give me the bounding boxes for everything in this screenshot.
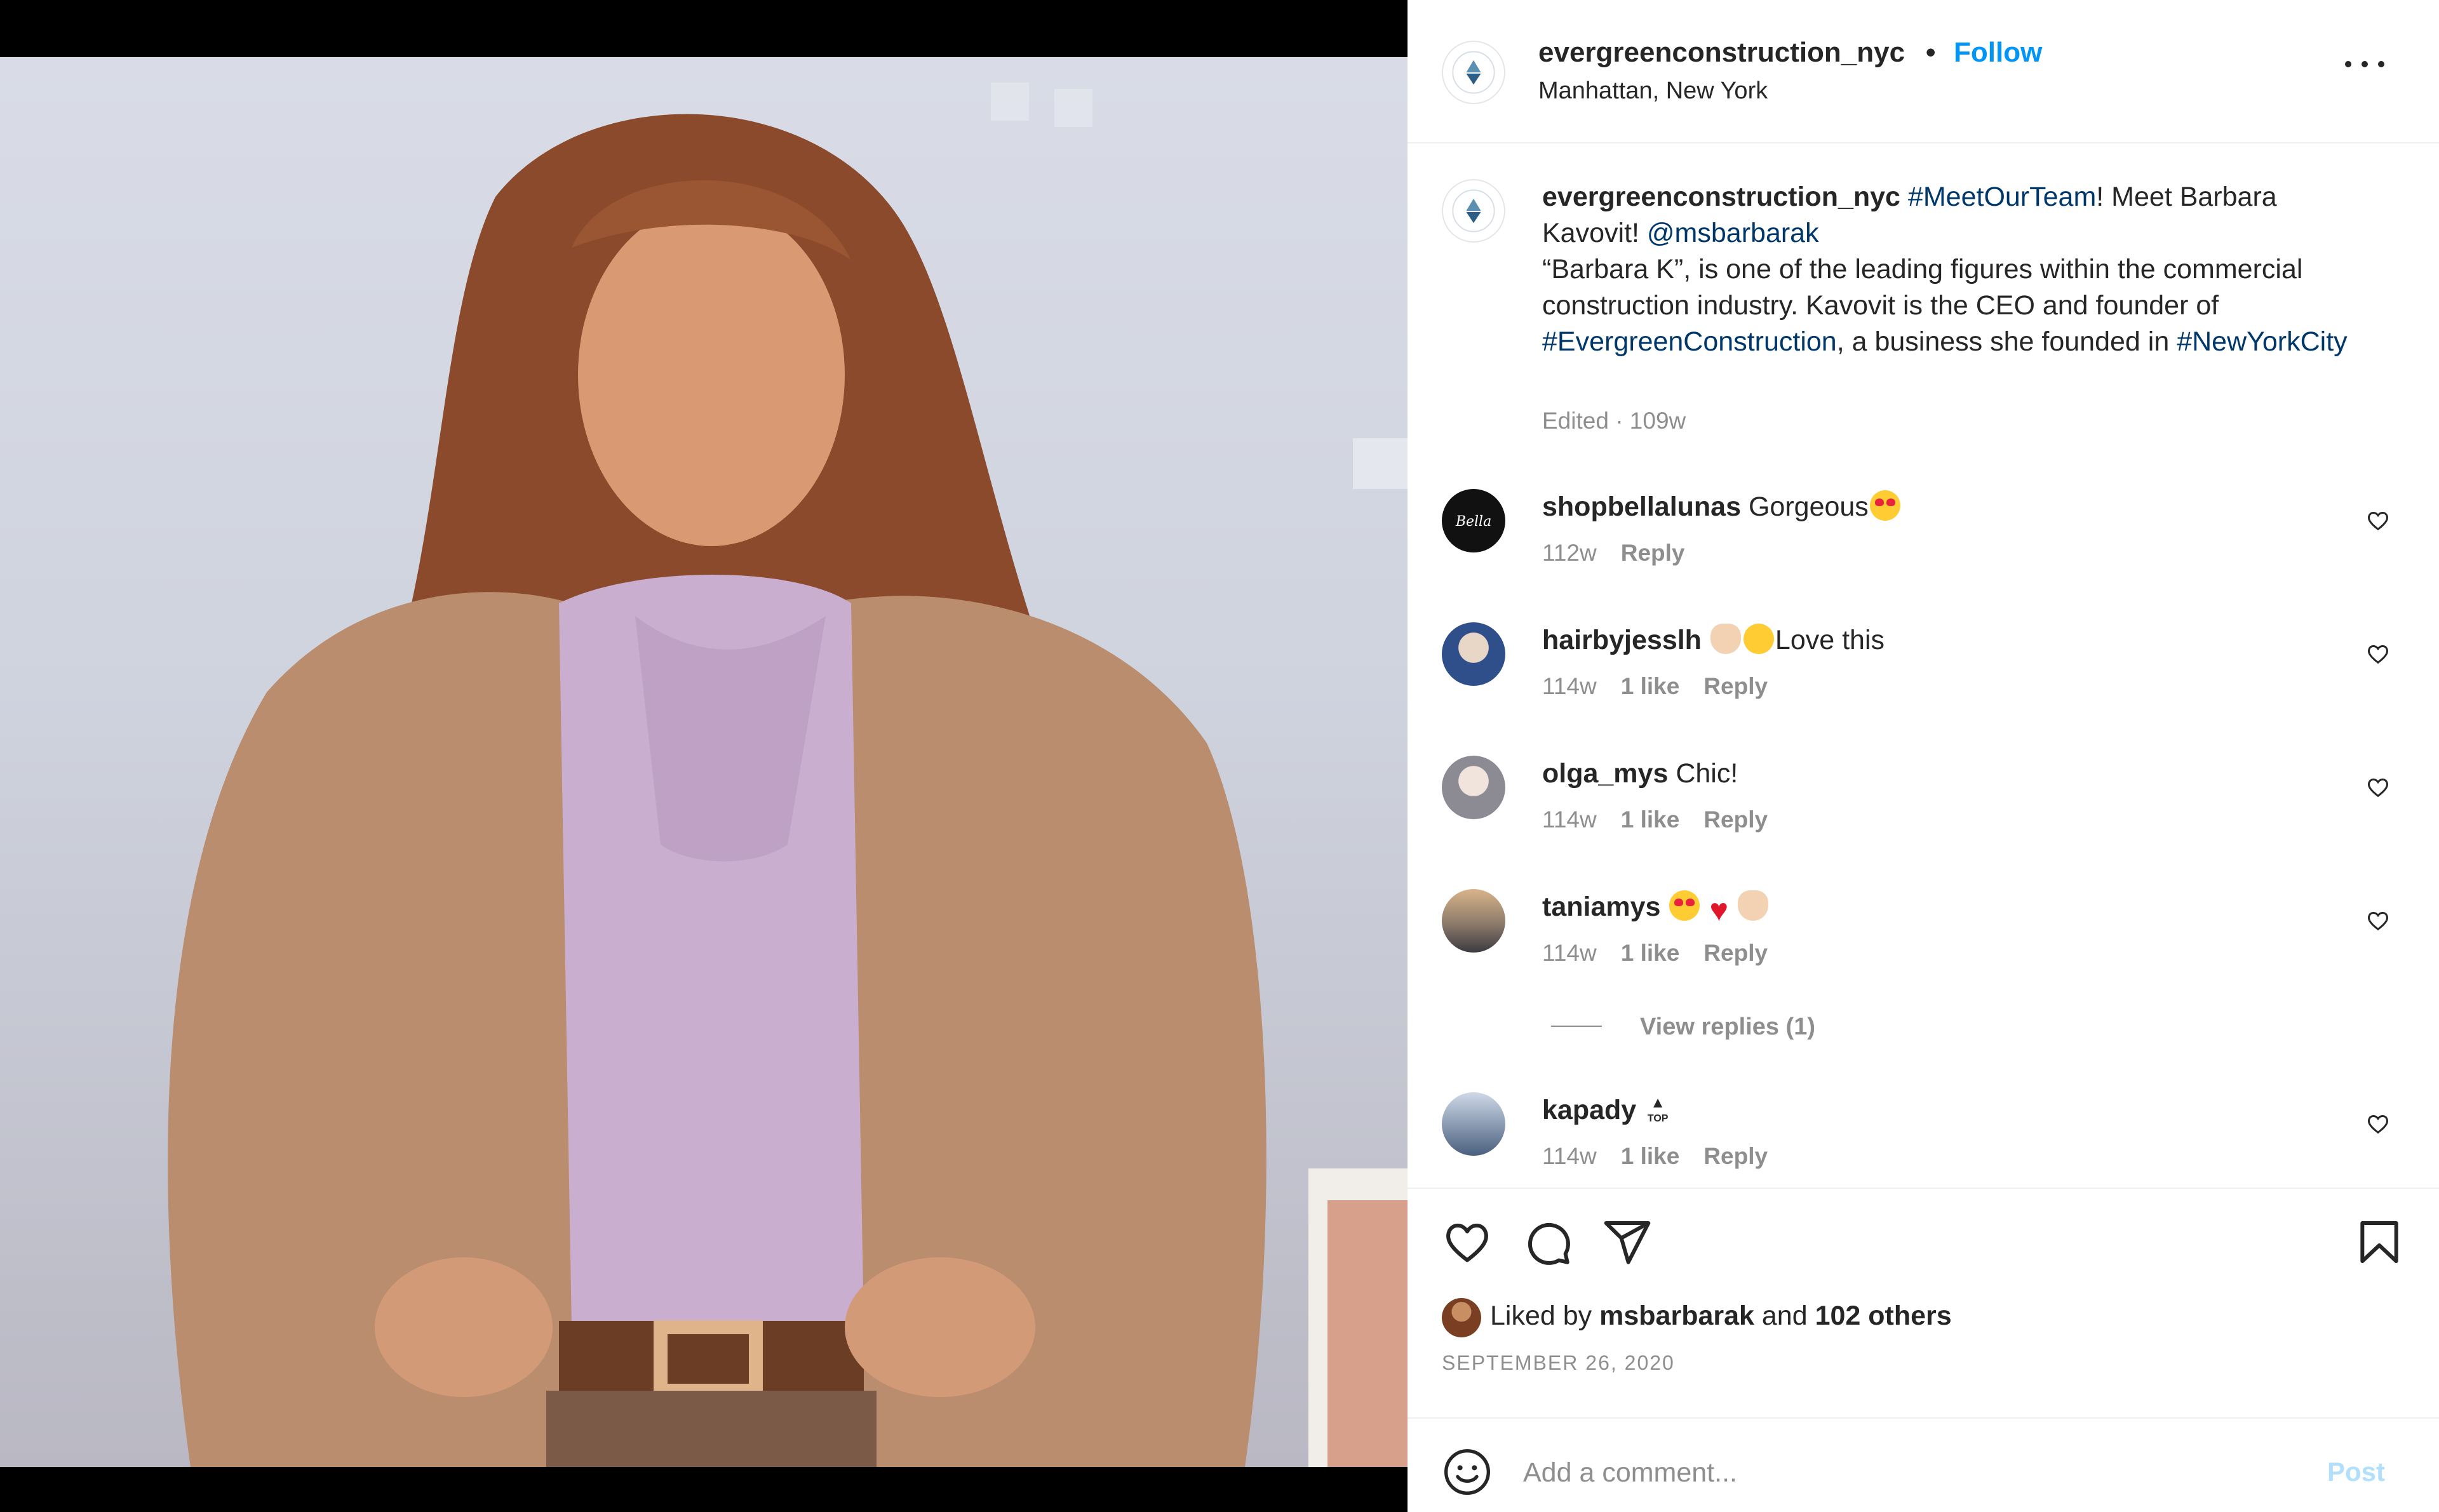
heart-eyes-emoji-icon [1669,890,1700,921]
comment-likes[interactable]: 1 like [1621,1143,1680,1169]
comment-meta: 114w 1 like Reply [1542,940,1792,967]
comment-like-icon[interactable] [2365,775,2391,800]
comment-text: olga_mys Chic! [1542,756,1738,792]
comment-likes[interactable]: 1 like [1621,673,1680,699]
evergreen-logo-icon [1452,51,1495,94]
separator-dot: • [1926,37,1936,68]
emoji-icon[interactable] [1442,1447,1493,1497]
post-panel: evergreenconstruction_nyc • Follow Manha… [1408,0,2439,1512]
comment-row: hairbyjesslh Love this 114w 1 like Reply [1408,622,2439,737]
comment-text: shopbellalunas Gorgeous [1542,489,1902,525]
post-author[interactable]: evergreenconstruction_nyc [1538,37,1905,69]
comment-like-icon[interactable] [2365,641,2391,667]
bookmark-icon[interactable] [2354,1217,2405,1268]
caption-avatar[interactable] [1442,179,1505,243]
post-date[interactable]: SEPTEMBER 26, 2020 [1442,1351,1675,1375]
smiling-emoji-icon [1743,624,1774,654]
follow-button[interactable]: Follow [1954,37,2042,69]
liker-username[interactable]: msbarbarak [1599,1301,1754,1331]
post-header: evergreenconstruction_nyc • Follow Manha… [1408,0,2439,144]
bellalunas-logo-icon: Bella [1455,514,1491,530]
comment-username[interactable]: shopbellalunas [1542,492,1741,522]
comment-meta: 114w 1 like Reply [1542,673,1792,700]
comment-age[interactable]: 114w [1542,673,1597,699]
comment-meta: 112w Reply [1542,540,1709,566]
liked-by-text: Liked by msbarbarak and 102 others [1490,1301,1952,1332]
view-replies-button[interactable]: View replies (1) [1551,1014,1815,1041]
comment-like-icon[interactable] [2365,1111,2391,1137]
heart-eyes-emoji-icon [1869,490,1900,521]
comment-text: kapady ▲ TOP [1542,1092,1672,1128]
comment-input[interactable] [1522,1447,2287,1499]
svg-text:Bella: Bella [1455,514,1491,530]
hashtag-newyorkcity[interactable]: #NewYorkCity [2177,326,2347,357]
comment-icon[interactable] [1522,1217,1573,1268]
post-button[interactable]: Post [2327,1457,2385,1487]
post-photo[interactable] [0,57,1408,1467]
likes-count[interactable]: 102 others [1815,1301,1952,1331]
liker-avatar[interactable] [1442,1298,1481,1337]
comment-username[interactable]: taniamys [1542,892,1660,922]
comment-age[interactable]: 114w [1542,940,1597,966]
comment-like-icon[interactable] [2365,508,2391,533]
comment-username[interactable]: hairbyjesslh [1542,625,1702,655]
account-avatar[interactable] [1442,41,1505,104]
red-heart-emoji-icon: ♥ [1709,892,1729,928]
comment-body: Chic! [1676,758,1738,789]
add-comment-bar: Post [1408,1417,2439,1512]
commenter-avatar[interactable]: Bella [1442,489,1505,552]
comment-age[interactable]: 114w [1542,1143,1597,1169]
comment-age[interactable]: 112w [1542,540,1597,566]
post-caption: evergreenconstruction_nyc #MeetOurTeam! … [1542,179,2381,360]
commenter-avatar[interactable] [1442,756,1505,819]
comment-row: kapady ▲ TOP 114w 1 like Reply [1408,1092,2439,1188]
portrait-illustration [168,83,1408,1467]
mention-msbarbarak[interactable]: @msbarbarak [1647,218,1819,248]
reply-button[interactable]: Reply [1703,1143,1768,1169]
caption-text-2: “Barbara K”, is one of the leading figur… [1542,254,2303,321]
caption-text-3: , a business she founded in [1836,326,2177,357]
caption-edited: Edited · 109w [1542,408,1686,434]
liked-by-prefix: Liked by [1490,1301,1592,1331]
comment-row: olga_mys Chic! 114w 1 like Reply [1408,756,2439,870]
comment-text: taniamys ♥ [1542,889,1770,928]
comment-like-icon[interactable] [2365,908,2391,933]
more-icon[interactable] [2344,51,2388,76]
reply-button[interactable]: Reply [1703,673,1768,699]
comment-likes[interactable]: 1 like [1621,806,1680,833]
clapping-emoji-icon [1738,890,1769,921]
caption-username[interactable]: evergreenconstruction_nyc [1542,182,1900,212]
post-media [0,0,1408,1512]
reply-button[interactable]: Reply [1703,940,1768,966]
top-label: TOP [1647,1113,1669,1124]
comment-row: Bella shopbellalunas Gorgeous 112w Reply [1408,489,2439,603]
commenter-avatar[interactable] [1442,1092,1505,1156]
commenter-avatar[interactable] [1442,889,1505,953]
comment-meta: 114w 1 like Reply [1542,1143,1792,1170]
evergreen-logo-icon [1452,189,1495,232]
commenter-avatar[interactable] [1442,622,1505,686]
post-location[interactable]: Manhattan, New York [1538,77,1768,105]
clapping-emoji-icon [1710,624,1741,654]
liked-by-and: and [1761,1301,1808,1331]
comments-list[interactable]: evergreenconstruction_nyc #MeetOurTeam! … [1408,144,2439,1188]
heart-icon[interactable] [1442,1217,1493,1268]
comment-username[interactable]: olga_mys [1542,758,1668,789]
comment-body: Love this [1775,625,1885,655]
hashtag-meetourteam[interactable]: #MeetOurTeam [1908,182,2096,212]
comment-username[interactable]: kapady [1542,1095,1636,1125]
comment-age[interactable]: 114w [1542,806,1597,833]
comment-meta: 114w 1 like Reply [1542,806,1792,833]
comment-text: hairbyjesslh Love this [1542,622,1885,659]
reply-button[interactable]: Reply [1703,806,1768,833]
post-actions: Liked by msbarbarak and 102 others SEPTE… [1408,1188,2439,1417]
comment-body: Gorgeous [1748,492,1869,522]
share-icon[interactable] [1602,1217,1653,1268]
comment-row: taniamys ♥ 114w 1 like Reply [1408,889,2439,1003]
reply-button[interactable]: Reply [1621,540,1685,566]
comment-likes[interactable]: 1 like [1621,940,1680,966]
hashtag-evergreenconstruction[interactable]: #EvergreenConstruction [1542,326,1837,357]
top-arrow-emoji-icon: ▲ TOP [1647,1094,1669,1125]
